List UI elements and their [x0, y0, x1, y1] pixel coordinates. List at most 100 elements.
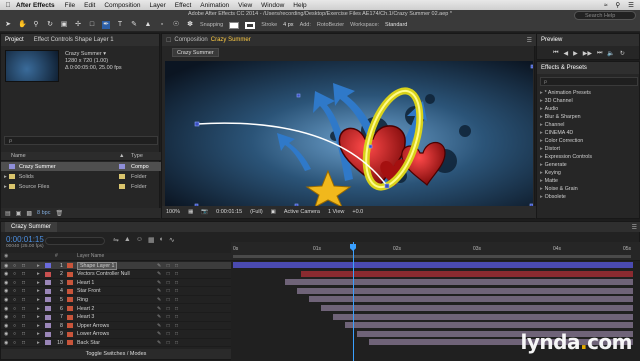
col-name[interactable]: Name — [11, 153, 26, 159]
label-color-swatch[interactable] — [45, 306, 51, 311]
solo-icon[interactable]: ○ — [13, 288, 19, 294]
rotate-tool-icon[interactable]: ↻ — [46, 21, 54, 29]
new-comp-icon[interactable]: ▩ — [26, 210, 32, 217]
layer-switches[interactable]: ✎ □ □ — [157, 306, 180, 312]
frame-blending-icon[interactable]: ▦ — [148, 236, 155, 244]
composition-tab-name[interactable]: Crazy Summer — [211, 37, 251, 43]
label-color-swatch[interactable] — [45, 315, 51, 320]
solo-icon[interactable]: ○ — [13, 314, 19, 320]
draft-3d-icon[interactable]: ▲ — [124, 236, 131, 244]
panel-menu-icon[interactable]: ☰ — [527, 37, 532, 44]
interpret-footage-icon[interactable]: ▤ — [5, 210, 11, 217]
zoom-tool-icon[interactable]: ⚲ — [32, 21, 40, 29]
search-help-input[interactable]: Search Help — [574, 11, 636, 20]
selection-tool-icon[interactable]: ➤ — [4, 21, 12, 29]
disclosure-icon[interactable]: ▸ — [37, 306, 40, 312]
layer-row[interactable]: ◉○□▸9Lower Arrows✎ □ □ — [1, 331, 231, 339]
tab-project[interactable]: Project — [5, 37, 24, 43]
layer-duration-bar[interactable] — [297, 288, 633, 294]
layer-duration-bar[interactable] — [285, 279, 633, 285]
pan-behind-tool-icon[interactable]: ✢ — [74, 21, 82, 29]
loop-icon[interactable]: ↻ — [620, 50, 625, 57]
exposure-value[interactable]: +0.0 — [352, 209, 363, 215]
layer-row[interactable]: ◉○□▸8Upper Arrows✎ □ □ — [1, 322, 231, 330]
wifi-icon[interactable]: ≈ — [604, 2, 608, 9]
label-color-swatch[interactable] — [45, 332, 51, 337]
menu-effect[interactable]: Effect — [175, 2, 192, 9]
rectangle-tool-icon[interactable]: □ — [88, 21, 96, 29]
layer-duration-bar[interactable] — [321, 305, 633, 311]
lock-icon[interactable]: □ — [22, 297, 28, 303]
solo-icon[interactable]: ○ — [13, 280, 19, 286]
camera-tool-icon[interactable]: ▣ — [60, 21, 68, 29]
magnification-select[interactable]: 100% — [166, 209, 180, 215]
visibility-eye-icon[interactable]: ◉ — [4, 297, 10, 303]
disclosure-icon[interactable]: ▸ — [37, 340, 40, 346]
disclosure-icon[interactable]: ▸ — [37, 280, 40, 286]
visibility-eye-icon[interactable]: ◉ — [4, 314, 10, 320]
effects-item[interactable]: ▸CINEMA 4D — [540, 130, 573, 136]
effects-item[interactable]: ▸* Animation Presets — [540, 90, 591, 96]
menu-animation[interactable]: Animation — [200, 2, 229, 9]
visibility-eye-icon[interactable]: ◉ — [4, 288, 10, 294]
label-color-swatch[interactable] — [45, 272, 51, 277]
visibility-eye-icon[interactable]: ◉ — [4, 271, 10, 277]
effects-item[interactable]: ▸Noise & Grain — [540, 186, 578, 192]
layer-switches[interactable]: ✎ □ □ — [157, 297, 180, 303]
stamp-tool-icon[interactable]: ▲ — [144, 21, 152, 29]
layer-duration-bar[interactable] — [333, 314, 633, 320]
fill-swatch[interactable] — [229, 22, 239, 29]
project-search-input[interactable]: ρ — [4, 136, 158, 145]
toggle-switches-modes[interactable]: Toggle Switches / Modes — [1, 349, 231, 359]
solo-icon[interactable]: ○ — [13, 297, 19, 303]
menu-edit[interactable]: Edit — [84, 2, 95, 9]
disclosure-icon[interactable]: ▸ — [37, 297, 40, 303]
solo-icon[interactable]: ○ — [13, 263, 19, 269]
list-icon[interactable]: ☰ — [628, 1, 634, 9]
layer-duration-bar[interactable] — [301, 271, 633, 277]
lock-icon[interactable]: □ — [22, 288, 28, 294]
layer-switches[interactable]: ✎ □ □ — [157, 323, 180, 329]
label-color-swatch[interactable] — [45, 340, 51, 345]
add-label[interactable]: Add: — [300, 22, 311, 28]
trash-icon[interactable]: 🗑 — [55, 210, 63, 217]
effects-item[interactable]: ▸Keying — [540, 170, 561, 176]
layer-switches[interactable]: ✎ □ □ — [157, 331, 180, 337]
timeline-tab[interactable]: Crazy Summer — [5, 222, 57, 232]
current-time-display[interactable]: 0:00:01:15 — [216, 209, 242, 215]
composition-tab-prefix[interactable]: Composition — [174, 37, 207, 43]
apple-icon[interactable]:  — [0, 2, 16, 9]
lock-icon[interactable]: □ — [22, 314, 28, 320]
rotobezier-checkbox[interactable]: RotoBezier — [317, 22, 344, 28]
disclosure-icon[interactable]: ▸ — [37, 271, 40, 277]
play-icon[interactable]: ▶ — [573, 50, 578, 57]
roi-icon[interactable]: ▣ — [271, 209, 276, 215]
visibility-eye-icon[interactable]: ◉ — [4, 263, 10, 269]
menu-help[interactable]: Help — [293, 2, 306, 9]
solo-icon[interactable]: ○ — [13, 306, 19, 312]
layer-name[interactable]: Star Front — [77, 288, 101, 294]
layer-name[interactable]: Heart 2 — [77, 306, 94, 312]
effects-item[interactable]: ▸Obsolete — [540, 194, 566, 200]
panel-menu-icon[interactable]: ☰ — [632, 224, 637, 231]
visibility-eye-icon[interactable]: ◉ — [4, 323, 10, 329]
work-area-bar[interactable] — [233, 255, 631, 258]
view-layout-select[interactable]: 1 View — [328, 209, 344, 215]
spotlight-icon[interactable]: ⚲ — [615, 1, 620, 9]
layer-switches[interactable]: ✎ □ □ — [157, 263, 180, 269]
layer-name-header[interactable]: Layer Name — [77, 253, 104, 259]
3d-view-select[interactable]: Active Camera — [284, 209, 320, 215]
first-frame-icon[interactable]: ⏮ — [553, 50, 558, 57]
tab-effects-presets[interactable]: Effects & Presets — [541, 65, 587, 71]
menu-view[interactable]: View — [238, 2, 252, 9]
tab-effect-controls[interactable]: Effect Controls Shape Layer 1 — [34, 37, 114, 43]
pen-tool-icon[interactable]: ✒ — [102, 21, 110, 29]
stroke-swatch[interactable] — [245, 22, 255, 29]
new-folder-icon[interactable]: ▣ — [16, 210, 22, 217]
lock-icon[interactable]: □ — [22, 340, 28, 346]
effects-item[interactable]: ▸Distort — [540, 146, 560, 152]
visibility-eye-icon[interactable]: ◉ — [4, 306, 10, 312]
audio-icon[interactable]: 🔈 — [607, 50, 614, 57]
lock-icon[interactable]: □ — [22, 306, 28, 312]
time-ruler[interactable]: 0s01s02s03s04s05s — [231, 242, 640, 261]
